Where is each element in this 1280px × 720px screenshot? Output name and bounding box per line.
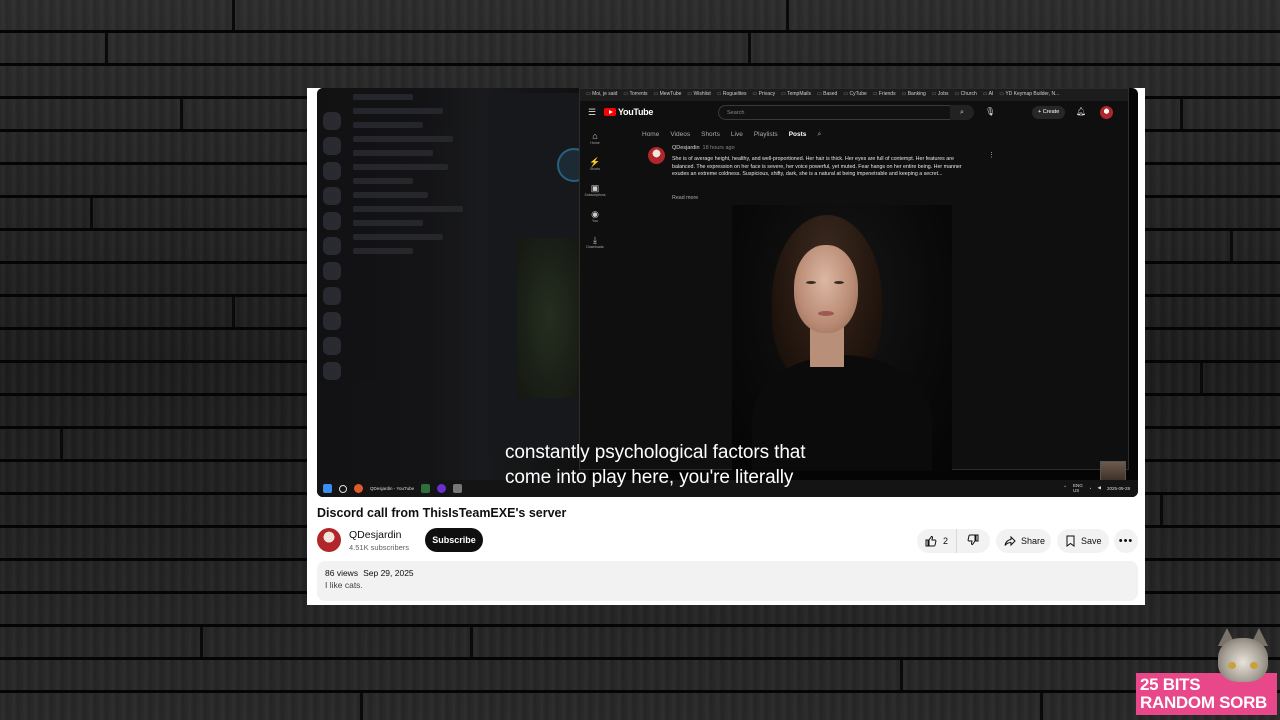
- more-actions-button[interactable]: •••: [1114, 529, 1138, 553]
- tab-live[interactable]: Live: [731, 131, 743, 139]
- sidebar-item-downloads[interactable]: ⤓ Downloads: [584, 235, 606, 249]
- tab-shorts[interactable]: Shorts: [701, 131, 720, 139]
- browser-icon[interactable]: [354, 484, 363, 493]
- taskbar-app-label[interactable]: QDesjardin - YouTube: [370, 486, 414, 491]
- bookmark-item[interactable]: AI: [983, 91, 994, 99]
- bookmark-item[interactable]: Roguelites: [717, 91, 747, 99]
- description-box[interactable]: 86 views Sep 29, 2025 I like cats.: [317, 561, 1138, 601]
- youtube-play-icon: [604, 108, 616, 116]
- system-tray: ⌃ ENG US ◔ ◀ 2025-09-28: [1063, 483, 1130, 493]
- chevron-up-icon[interactable]: ⌃: [1063, 485, 1067, 491]
- dislike-button[interactable]: [957, 534, 989, 548]
- channel-tabs: Home Videos Shorts Live Playlists Posts …: [642, 131, 821, 139]
- sidebar-item-you[interactable]: ◉ You: [584, 209, 606, 223]
- hamburger-menu-icon[interactable]: ☰: [588, 107, 604, 118]
- downloads-icon: ⤓: [593, 235, 597, 245]
- bookmark-icon: [1066, 535, 1075, 547]
- you-icon: ◉: [591, 209, 599, 219]
- bookmark-item[interactable]: YD Keymap Builder, N...: [999, 91, 1059, 99]
- post-image: [732, 205, 952, 471]
- discord-channel-list: [353, 94, 493, 262]
- more-options-icon[interactable]: ⋮: [988, 151, 995, 159]
- more-horizontal-icon: •••: [1118, 535, 1134, 547]
- bookmark-item[interactable]: CyTube: [843, 91, 866, 99]
- app-icon[interactable]: [421, 484, 431, 493]
- share-button[interactable]: Share: [996, 529, 1051, 553]
- bookmark-item[interactable]: Based: [817, 91, 837, 99]
- video-player[interactable]: Moi, je said Torrents MewTube Wishlist R…: [317, 88, 1138, 497]
- share-icon: [1004, 535, 1016, 547]
- search-icon[interactable]: [339, 484, 347, 493]
- read-more-link[interactable]: Read more: [672, 195, 698, 201]
- view-count-and-date: 86 views Sep 29, 2025: [325, 568, 1130, 578]
- post-time: 18 hours ago: [702, 145, 735, 151]
- shorts-icon: ⚡: [589, 157, 601, 167]
- like-dislike-group: 2: [917, 529, 990, 553]
- like-button[interactable]: 2: [917, 529, 958, 553]
- subscriber-count: 4.51K subscribers: [349, 543, 410, 552]
- youtube-watch-card: Moi, je said Torrents MewTube Wishlist R…: [307, 88, 1145, 605]
- sidebar-item-home[interactable]: ⌂ Home: [584, 131, 606, 145]
- post-author[interactable]: QDesjardin: [672, 145, 700, 151]
- home-icon: ⌂: [592, 131, 598, 141]
- post-author-avatar[interactable]: [648, 147, 665, 164]
- cat-mascot-image: [1212, 626, 1276, 686]
- tab-home[interactable]: Home: [642, 131, 659, 139]
- subscribe-button[interactable]: Subscribe: [425, 528, 483, 552]
- youtube-search-input[interactable]: Search: [718, 105, 973, 120]
- bookmarks-bar: Moi, je said Torrents MewTube Wishlist R…: [580, 89, 1128, 101]
- save-button[interactable]: Save: [1057, 529, 1109, 553]
- youtube-masthead: ☰ YouTube Search ⌕ 🎙︎ + Create 🔔︎: [580, 101, 1128, 123]
- description-text: I like cats.: [325, 580, 363, 590]
- bookmark-item[interactable]: Privacy: [753, 91, 775, 99]
- video-caption: constantly psychological factors that co…: [505, 442, 806, 488]
- view-count: 86 views: [325, 568, 359, 578]
- windows-start-icon[interactable]: [323, 484, 332, 493]
- clock-date[interactable]: 2025-09-28: [1107, 486, 1130, 491]
- bookmark-item[interactable]: Wishlist: [687, 91, 711, 99]
- app-icon[interactable]: [437, 484, 447, 493]
- youtube-logo[interactable]: YouTube: [604, 107, 653, 117]
- language-indicator[interactable]: ENG US: [1073, 483, 1083, 493]
- upload-date: Sep 29, 2025: [363, 568, 414, 578]
- subscriptions-icon: ▣: [590, 183, 600, 193]
- sidebar-item-shorts[interactable]: ⚡ Shorts: [584, 157, 606, 171]
- bookmark-item[interactable]: Torrents: [623, 91, 647, 99]
- youtube-mini-sidebar: ⌂ Home ⚡ Shorts ▣ Subscriptions ◉ You ⤓ Downl…: [584, 131, 606, 261]
- channel-avatar[interactable]: [317, 528, 341, 552]
- thumbs-down-icon: [967, 534, 979, 546]
- bookmark-item[interactable]: Church: [954, 91, 977, 99]
- bookmark-item[interactable]: Friends: [873, 91, 896, 99]
- microphone-icon[interactable]: 🎙︎: [985, 107, 995, 116]
- video-title: Discord call from ThisIsTeamEXE's server: [317, 506, 567, 520]
- inner-browser-window: Moi, je said Torrents MewTube Wishlist R…: [579, 88, 1129, 471]
- discord-server-list: [323, 112, 345, 387]
- tab-playlists[interactable]: Playlists: [754, 131, 778, 139]
- tab-videos[interactable]: Videos: [670, 131, 690, 139]
- create-button[interactable]: + Create: [1032, 106, 1066, 119]
- channel-search-icon[interactable]: ⌕: [817, 131, 821, 139]
- network-icon[interactable]: ◔: [1089, 486, 1092, 491]
- bookmark-item[interactable]: TempMails: [781, 91, 811, 99]
- search-icon[interactable]: ⌕: [950, 105, 974, 120]
- sidebar-item-subscriptions[interactable]: ▣ Subscriptions: [584, 183, 606, 197]
- bookmark-item[interactable]: Moi, je said: [586, 91, 617, 99]
- bookmark-item[interactable]: Banking: [902, 91, 926, 99]
- bookmark-item[interactable]: MewTube: [654, 91, 682, 99]
- bookmark-item[interactable]: Jobs: [932, 91, 949, 99]
- account-avatar[interactable]: [1100, 106, 1113, 119]
- like-count: 2: [943, 536, 949, 546]
- post-body: She is of average height, healthy, and w…: [672, 156, 962, 177]
- channel-name[interactable]: QDesjardin: [349, 529, 402, 541]
- tab-posts[interactable]: Posts: [789, 131, 807, 139]
- app-icon[interactable]: [453, 484, 463, 493]
- thumbs-up-icon: [925, 535, 937, 547]
- discord-window-background: [317, 88, 591, 480]
- bell-icon[interactable]: 🔔︎: [1076, 107, 1086, 116]
- volume-icon[interactable]: ◀: [1098, 485, 1101, 491]
